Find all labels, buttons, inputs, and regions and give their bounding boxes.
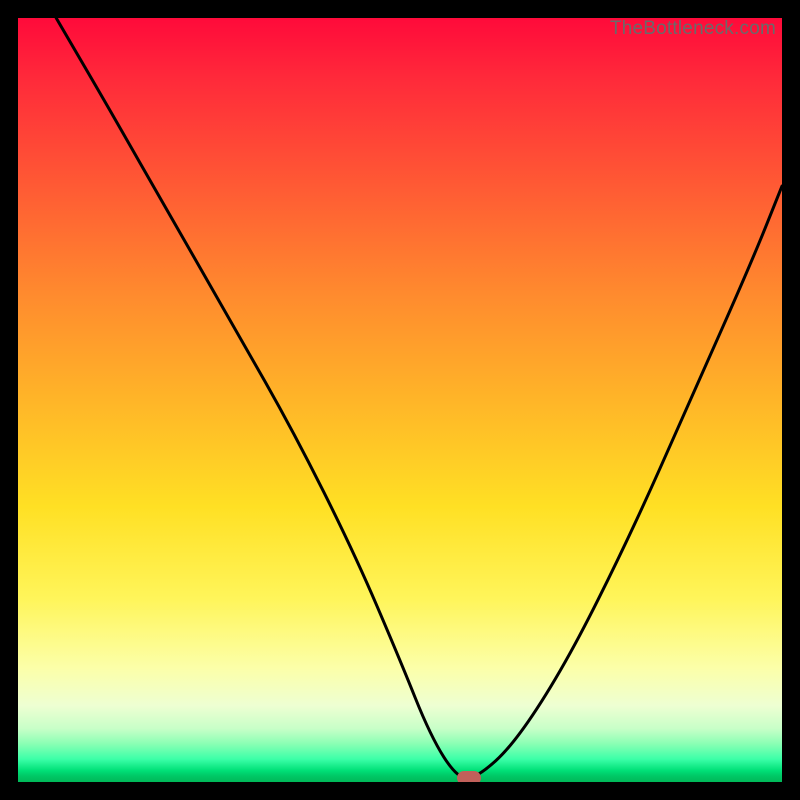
optimal-point-marker [457, 771, 481, 782]
curve-svg [18, 18, 782, 782]
plot-area: TheBottleneck.com [18, 18, 782, 782]
chart-frame: TheBottleneck.com [0, 0, 800, 800]
bottleneck-curve-path [56, 18, 782, 778]
